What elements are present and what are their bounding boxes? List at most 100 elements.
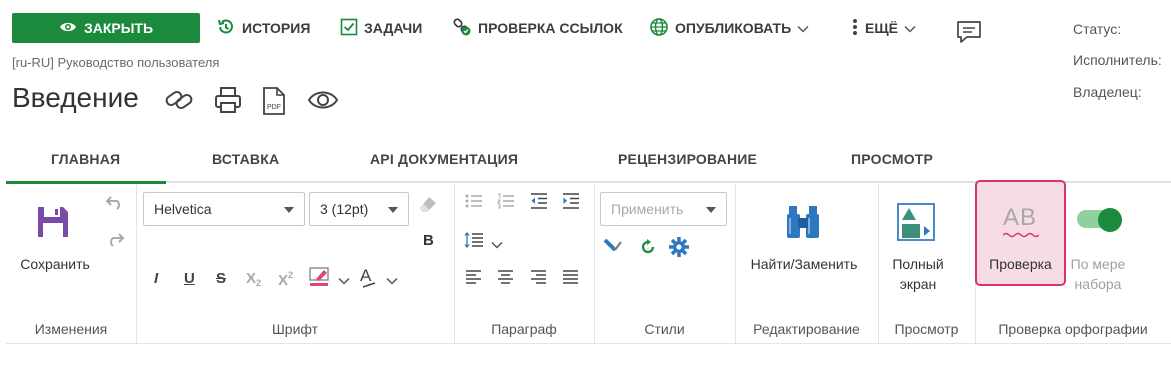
eye-icon bbox=[59, 20, 77, 36]
group-label-spelling: Проверка орфографии bbox=[998, 321, 1148, 337]
toggle-knob[interactable] bbox=[1098, 208, 1122, 232]
group-label-editing: Редактирование bbox=[753, 321, 860, 337]
chevron-down-icon[interactable] bbox=[491, 236, 503, 254]
save-button[interactable]: Сохранить bbox=[14, 254, 96, 274]
preview-eye-icon[interactable] bbox=[307, 88, 339, 117]
find-replace-button[interactable]: Найти/Заменить bbox=[738, 254, 870, 274]
group-label-font: Шрифт bbox=[271, 321, 319, 337]
eraser-icon[interactable] bbox=[416, 194, 438, 219]
pdf-icon[interactable]: PDF bbox=[261, 86, 287, 121]
subscript-x: X bbox=[246, 270, 257, 287]
close-label: ЗАКРЫТЬ bbox=[83, 20, 154, 36]
font-color-button[interactable]: A bbox=[360, 266, 376, 288]
subscript-mark: 2 bbox=[256, 278, 262, 288]
tab-home[interactable]: ГЛАВНАЯ bbox=[51, 151, 120, 167]
vertical-dots-icon bbox=[851, 17, 859, 40]
as-you-type-label: По мере набора bbox=[1066, 254, 1130, 294]
redo-icon[interactable] bbox=[105, 232, 125, 253]
breadcrumb[interactable]: [ru-RU] Руководство пользователя bbox=[12, 55, 219, 70]
undo-icon[interactable] bbox=[105, 195, 125, 216]
superscript-button[interactable]: X2 bbox=[278, 270, 293, 289]
fullscreen-button[interactable]: Полный экран bbox=[880, 254, 956, 294]
group-separator bbox=[878, 184, 879, 344]
fullscreen-line2: экран bbox=[899, 276, 937, 292]
svg-text:PDF: PDF bbox=[267, 104, 281, 111]
tasks-label: ЗАДАЧИ bbox=[364, 20, 423, 36]
spellcheck-icon: AB bbox=[1003, 204, 1039, 238]
font-size-value: 3 (12pt) bbox=[320, 201, 369, 217]
italic-button[interactable]: I bbox=[154, 270, 158, 287]
bold-button[interactable]: B bbox=[423, 232, 434, 249]
assignee-label: Исполнитель: bbox=[1073, 52, 1162, 68]
comment-icon[interactable] bbox=[955, 19, 983, 50]
styles-select[interactable]: Применить bbox=[600, 192, 727, 226]
ribbon-tabs bbox=[6, 138, 1171, 183]
caret-down-icon bbox=[388, 207, 398, 213]
refresh-icon[interactable] bbox=[639, 238, 657, 261]
status-label: Статус: bbox=[1073, 21, 1122, 37]
align-center-icon[interactable] bbox=[498, 270, 514, 289]
group-separator bbox=[454, 184, 455, 344]
chevron-down-icon bbox=[797, 20, 809, 36]
group-label-changes: Изменения bbox=[34, 321, 108, 337]
spellcheck-icon-text: AB bbox=[1003, 204, 1038, 231]
align-right-icon[interactable] bbox=[531, 270, 547, 289]
history-icon bbox=[216, 17, 236, 40]
more-label: ЕЩЁ bbox=[865, 20, 898, 36]
tab-api-docs[interactable]: API ДОКУМЕНТАЦИЯ bbox=[370, 151, 518, 167]
spellcheck-label: Проверка bbox=[989, 256, 1052, 272]
history-label: ИСТОРИЯ bbox=[242, 20, 311, 36]
link-icon[interactable] bbox=[163, 86, 195, 119]
highlight-color-icon[interactable] bbox=[309, 266, 333, 293]
chevron-down-icon[interactable] bbox=[386, 272, 398, 290]
as-you-type-line2: набора bbox=[1074, 276, 1122, 292]
align-justify-icon[interactable] bbox=[563, 270, 579, 289]
subscript-button[interactable]: X2 bbox=[246, 270, 261, 288]
binoculars-icon[interactable] bbox=[785, 204, 821, 245]
underline-button[interactable]: U bbox=[184, 270, 195, 287]
group-separator bbox=[136, 184, 137, 344]
owner-label: Владелец: bbox=[1073, 84, 1142, 100]
superscript-mark: 2 bbox=[288, 270, 294, 280]
fullscreen-icon[interactable] bbox=[896, 202, 936, 247]
increase-indent-icon[interactable] bbox=[562, 193, 580, 214]
group-label-view: Просмотр bbox=[894, 321, 959, 337]
chevron-down-icon bbox=[904, 20, 916, 36]
save-icon[interactable] bbox=[36, 205, 70, 244]
as-you-type-line1: По мере bbox=[1070, 256, 1126, 272]
gear-icon[interactable] bbox=[668, 236, 690, 263]
font-family-select[interactable]: Helvetica bbox=[143, 192, 305, 226]
history-button[interactable]: ИСТОРИЯ bbox=[216, 14, 310, 42]
group-label-paragraph: Параграф bbox=[491, 321, 557, 337]
print-icon[interactable] bbox=[213, 86, 243, 119]
tab-view[interactable]: ПРОСМОТР bbox=[851, 151, 933, 167]
font-size-select[interactable]: 3 (12pt) bbox=[309, 192, 409, 226]
style-brush-icon[interactable] bbox=[603, 236, 625, 261]
decrease-indent-icon[interactable] bbox=[530, 193, 548, 214]
line-spacing-icon[interactable] bbox=[464, 231, 484, 253]
link-check-icon bbox=[452, 17, 472, 40]
strikethrough-button[interactable]: S bbox=[216, 270, 226, 287]
numbered-list-icon[interactable] bbox=[497, 193, 515, 214]
globe-icon bbox=[649, 17, 669, 40]
styles-placeholder: Применить bbox=[611, 201, 684, 217]
align-left-icon[interactable] bbox=[466, 270, 482, 289]
caret-down-icon bbox=[706, 207, 716, 213]
publish-button[interactable]: ОПУБЛИКОВАТЬ bbox=[649, 14, 809, 42]
checkbox-icon bbox=[340, 18, 358, 39]
caret-down-icon bbox=[284, 207, 294, 213]
check-links-button[interactable]: ПРОВЕРКА ССЫЛОК bbox=[452, 14, 623, 42]
tab-review[interactable]: РЕЦЕНЗИРОВАНИЕ bbox=[618, 151, 757, 167]
group-separator bbox=[735, 184, 736, 344]
chevron-down-icon[interactable] bbox=[338, 272, 350, 290]
tab-insert[interactable]: ВСТАВКА bbox=[212, 151, 279, 167]
superscript-x: X bbox=[278, 272, 289, 289]
check-links-label: ПРОВЕРКА ССЫЛОК bbox=[478, 20, 623, 36]
more-button[interactable]: ЕЩЁ bbox=[851, 14, 916, 42]
close-button[interactable]: ЗАКРЫТЬ bbox=[12, 13, 200, 43]
bullet-list-icon[interactable] bbox=[465, 193, 483, 214]
publish-label: ОПУБЛИКОВАТЬ bbox=[675, 20, 792, 36]
group-separator bbox=[594, 184, 595, 344]
tasks-button[interactable]: ЗАДАЧИ bbox=[340, 14, 422, 42]
fullscreen-line1: Полный bbox=[892, 256, 944, 272]
